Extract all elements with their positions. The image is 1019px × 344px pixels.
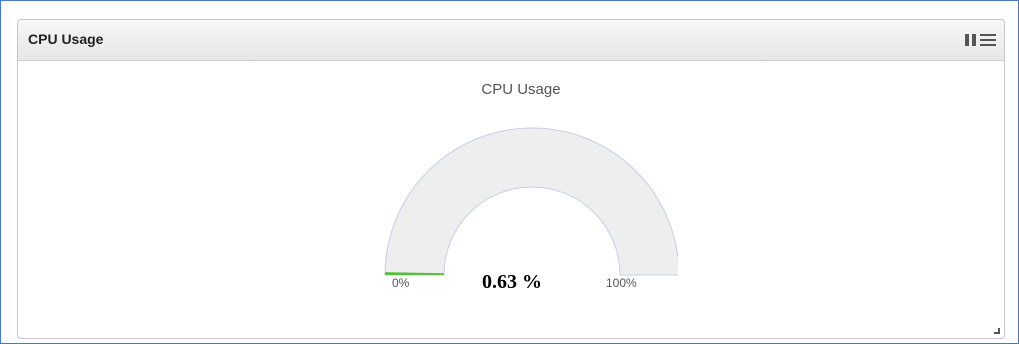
- menu-icon[interactable]: [980, 34, 996, 46]
- chart-title: CPU Usage: [481, 81, 561, 98]
- gauge-svg: [384, 127, 678, 276]
- header-controls: [965, 33, 996, 47]
- menu-line: [980, 34, 996, 36]
- pause-bar-right: [972, 34, 976, 46]
- pause-icon[interactable]: [965, 34, 976, 46]
- resize-handle[interactable]: [994, 328, 1000, 334]
- gauge-chart: CPU Usage 0% 0.63 % 100%: [18, 61, 1004, 338]
- menu-line: [980, 39, 996, 41]
- gauge-track: [384, 127, 678, 276]
- widget-title: CPU Usage: [28, 31, 104, 47]
- pause-bar-left: [965, 34, 969, 46]
- widget-header: CPU Usage: [18, 20, 1004, 61]
- gauge-max-label: 100%: [606, 276, 637, 290]
- gauge-min-label: 0%: [392, 276, 410, 290]
- page-frame: CPU Usage CPU Usage 0% 0.63 % 100%: [0, 0, 1019, 344]
- menu-line: [980, 44, 996, 46]
- gauge-value-label: 0.63 %: [482, 271, 542, 293]
- cpu-usage-widget: CPU Usage CPU Usage 0% 0.63 % 100%: [17, 19, 1005, 339]
